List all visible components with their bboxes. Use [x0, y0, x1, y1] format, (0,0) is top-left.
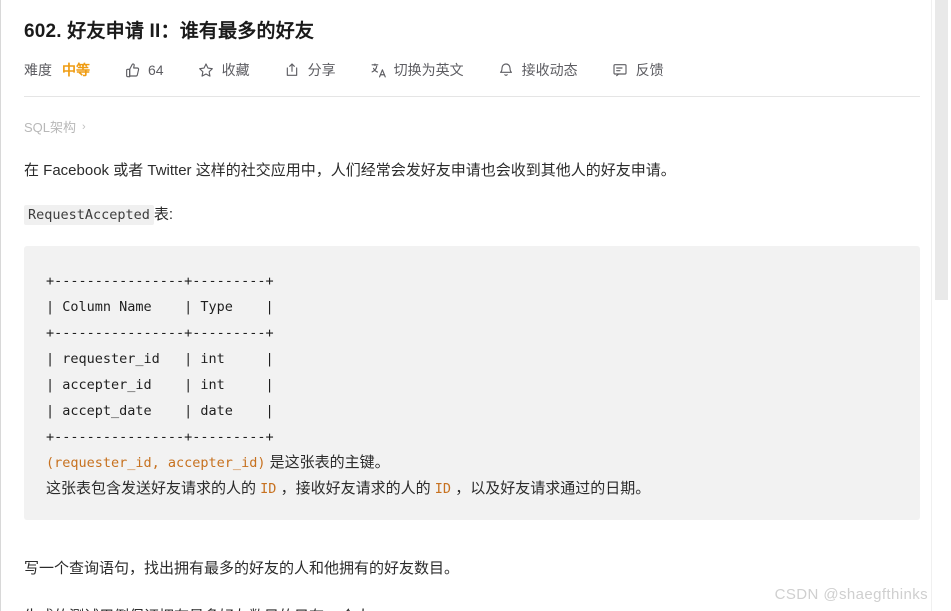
problem-content: 602. 好友申请 II：谁有最多的好友 难度 中等 64 收藏 分享 切换为英… — [0, 0, 932, 611]
note-seg-b: ，接收好友请求的人的 — [276, 480, 435, 497]
star-icon — [198, 62, 215, 79]
table-name-suffix: 表: — [153, 206, 174, 223]
bell-icon — [498, 62, 515, 79]
sql-schema-label: SQL架构 — [24, 120, 77, 135]
id-code-1: ID — [260, 481, 277, 497]
difficulty-badge: 难度 中等 — [24, 60, 90, 80]
task-line-1: 写一个查询语句，找出拥有最多的好友的人和他拥有的好友数目。 — [24, 560, 460, 577]
feedback-button[interactable]: 反馈 — [612, 60, 664, 80]
page-title-row: 602. 好友申请 II：谁有最多的好友 — [24, 12, 908, 46]
comment-icon — [612, 62, 629, 79]
vertical-scrollbar[interactable] — [931, 0, 951, 611]
problem-description-viewport: 602. 好友申请 II：谁有最多的好友 难度 中等 64 收藏 分享 切换为英… — [0, 0, 932, 611]
table-name-line: RequestAccepted 表: — [24, 202, 908, 228]
sql-schema-toggle[interactable]: SQL架构 › — [24, 117, 908, 136]
note-seg-c: ，以及好友请求通过的日期。 — [451, 480, 651, 497]
difficulty-value: 中等 — [62, 62, 90, 78]
favorite-button[interactable]: 收藏 — [198, 60, 250, 80]
chevron-right-icon: › — [82, 120, 86, 133]
translate-label: 切换为英文 — [393, 62, 464, 78]
translate-button[interactable]: 切换为英文 — [370, 60, 464, 80]
like-button[interactable]: 64 — [124, 62, 164, 79]
task-section: 写一个查询语句，找出拥有最多的好友的人和他拥有的好友数目。 生成的测试用例保证拥… — [24, 556, 908, 611]
feedback-label: 反馈 — [635, 62, 664, 78]
table-name-code: RequestAccepted — [24, 205, 154, 225]
toolbar-divider — [24, 96, 920, 97]
page-title: 602. 好友申请 II：谁有最多的好友 — [24, 21, 315, 42]
share-icon — [284, 62, 301, 79]
subscribe-label: 接收动态 — [521, 62, 578, 78]
note-seg-a: 这张表包含发送好友请求的人的 — [46, 480, 261, 497]
intro-paragraph: 在 Facebook 或者 Twitter 这样的社交应用中，人们经常会发好友申… — [24, 162, 676, 179]
primary-key-code: (requester_id, accepter_id) — [46, 455, 266, 471]
difficulty-label: 难度 — [24, 62, 52, 78]
schema-note-columns: 这张表包含发送好友请求的人的 ID ，接收好友请求的人的 ID ，以及好友请求通… — [46, 476, 898, 502]
problem-toolbar: 难度 中等 64 收藏 分享 切换为英文 接收动态 反馈 — [24, 58, 908, 82]
thumbs-up-icon — [124, 62, 141, 79]
share-label: 分享 — [307, 62, 336, 78]
id-code-2: ID — [434, 481, 452, 497]
share-button[interactable]: 分享 — [284, 60, 336, 80]
schema-code-block: +----------------+---------+ | Column Na… — [24, 246, 920, 520]
subscribe-button[interactable]: 接收动态 — [498, 60, 578, 80]
favorite-label: 收藏 — [221, 62, 250, 78]
schema-ascii-table: +----------------+---------+ | Column Na… — [46, 273, 274, 445]
vertical-scrollbar-thumb[interactable] — [935, 0, 948, 300]
schema-note-primary-key: (requester_id, accepter_id) 是这张表的主键。 — [46, 450, 898, 476]
primary-key-text: 是这张表的主键。 — [265, 454, 390, 471]
like-count: 64 — [148, 62, 164, 78]
translate-icon — [370, 62, 387, 79]
task-line-2: 生成的测试用例保证拥有最多好友数目的只有 1 个人。 — [24, 604, 908, 611]
